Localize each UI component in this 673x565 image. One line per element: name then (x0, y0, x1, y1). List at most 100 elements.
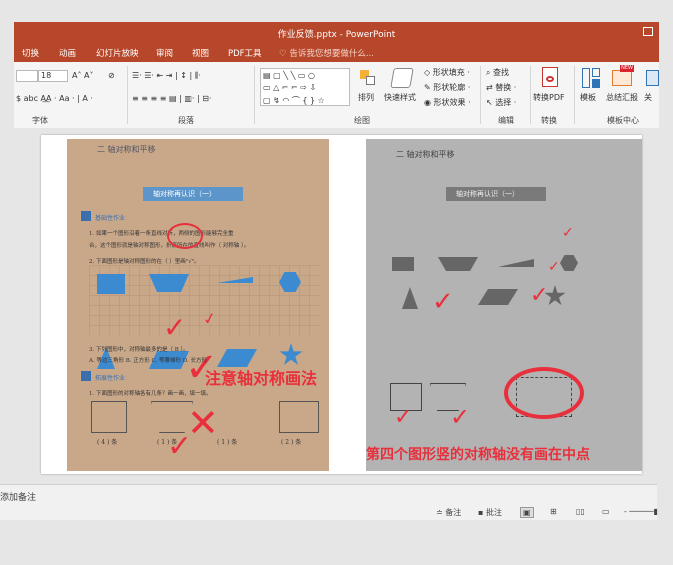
replace-icon: ⇄ (486, 83, 496, 92)
separator (574, 66, 575, 124)
red-check-mark: ✓ (562, 225, 574, 241)
red-check-mark: ✓ (394, 405, 413, 430)
font-name-combo[interactable] (16, 70, 38, 82)
red-check-mark: ✓ (432, 287, 454, 317)
shapes-row2-icon: ▭ △ ⌐ ⌐ ⇨ ⇩ (263, 83, 317, 92)
answer-4: ( 2 ) 条 (281, 439, 302, 446)
replace-button[interactable]: ⇄ 替换 · (486, 82, 516, 93)
left-section-title: 二 轴对称和平移 (97, 145, 156, 154)
tab-transitions[interactable]: 切换 (22, 47, 39, 59)
slide[interactable]: 二 轴对称和平移 轴对称再认识（一） 基础性作业 1. 如果一个图形沿着一条直线… (41, 135, 642, 474)
font-size-combo[interactable]: 18 (38, 70, 68, 82)
ribbon: 18 A˄ A˅ ⊘ $ abc A͟A · Aa · | A · 字体 ☰· … (14, 62, 659, 129)
slideshow-icon[interactable]: ▭ (602, 507, 610, 516)
group-drawing-label: 绘图 (354, 116, 370, 125)
clear-format-icon[interactable]: ⊘ (108, 71, 115, 80)
group-template-label: 模板中心 (607, 116, 639, 125)
gray-shape (438, 257, 478, 271)
red-check-mark: ✓ (167, 429, 193, 464)
separator (254, 66, 255, 124)
convert-pdf-button[interactable]: 转换PDF (533, 92, 565, 103)
font-style-icons[interactable]: $ abc A͟A · Aa · | A · (16, 94, 93, 103)
shape-fill-button[interactable]: ◇ 形状填充 · (424, 67, 470, 78)
separator (480, 66, 481, 124)
quick-styles-button[interactable]: 快速样式 (384, 92, 416, 103)
shape-outline-button[interactable]: ✎ 形状轮廓 · (424, 82, 470, 93)
effects-icon: ◉ (424, 98, 434, 107)
shape-star (279, 343, 303, 365)
find-button[interactable]: ⌕ 查找 (486, 67, 509, 78)
normal-view-icon[interactable]: ▣ (520, 507, 534, 518)
tell-me-box[interactable]: ♡ 告诉我您想要做什么... (279, 47, 374, 59)
gray-shape (402, 287, 418, 309)
notes-toggle[interactable]: ≐ 备注 (436, 507, 461, 518)
right-annotation: 第四个图形竖的对称轴没有画在中点 (366, 447, 590, 463)
lightbulb-icon: ♡ (279, 49, 290, 59)
paint-bucket-icon: ◇ (424, 68, 433, 77)
zoom-slider[interactable]: - ─────▮ (624, 507, 658, 516)
template-button[interactable]: 模板 (580, 92, 596, 103)
shape-effects-button[interactable]: ◉ 形状效果 · (424, 97, 471, 108)
search-icon: ⌕ (486, 68, 494, 77)
left-banner-text: 轴对称再认识（一） (153, 190, 216, 198)
grow-font-icon[interactable]: A˄ A˅ (72, 71, 94, 80)
left-q3: 3. 下列图形中，对称轴最多的是（ B ）。 (89, 347, 189, 353)
comment-icon: ▪ (478, 508, 486, 517)
separator (530, 66, 531, 124)
pdf-icon (542, 67, 558, 87)
reading-view-icon[interactable]: ▯▯ (576, 507, 585, 516)
gray-shape (498, 259, 534, 267)
red-check-mark: ✓ (548, 259, 560, 275)
comments-toggle[interactable]: ▪ 批注 (478, 507, 502, 518)
tab-animations[interactable]: 动画 (59, 47, 76, 59)
book-icon (81, 211, 91, 221)
notes-pane[interactable]: 添加备注 (0, 484, 657, 507)
window-edge (659, 22, 673, 565)
arrange-button[interactable]: 排列 (358, 92, 374, 103)
tab-review[interactable]: 审阅 (156, 47, 173, 59)
more-button[interactable]: 关 (644, 92, 652, 103)
left-q4: 1. 下面图形的对称轴各有几条？画一画，填一填。 (89, 391, 212, 397)
select-button[interactable]: ↖ 选择 · (486, 97, 516, 108)
list-icons[interactable]: ☰· ☰· ⇤ ⇥ | ↕ | ⫼· (132, 71, 201, 81)
cursor-icon: ↖ (486, 98, 496, 107)
rectangle-figure (279, 401, 319, 433)
red-check-mark: ✓ (530, 283, 549, 308)
separator (127, 66, 128, 124)
tab-pdf-tools[interactable]: PDF工具 (228, 47, 262, 59)
left-annotation: 注意轴对称画法 (205, 369, 318, 388)
summary-report-button[interactable]: 总结汇报 (606, 92, 638, 103)
shapes-gallery[interactable]: ▤ ▢ ╲ ╲ ▭ ○ ▭ △ ⌐ ⌐ ⇨ ⇩ ▢ ↯ ◠ ⌒ { } ☆ (260, 68, 350, 106)
red-check-mark: ✓ (163, 311, 187, 344)
answer-3: ( 1 ) 条 (217, 439, 238, 446)
left-q3-options: A. 等边三角形 B. 正方形 C. 等腰梯形 D. 长方形 (89, 358, 207, 364)
left-q2: 2. 下面图形是轴对称图形的在（ ）里画"√"。 (89, 259, 200, 265)
align-icons[interactable]: ≡ ≡ ≡ ≡ ▤ | ▥· | ⊟· (132, 94, 211, 103)
notes-icon: ≐ (436, 508, 446, 517)
slide-sorter-icon[interactable]: ⊞ (550, 507, 557, 516)
red-ellipse-mark (504, 367, 584, 419)
tell-me-text: 告诉我您想要做什么... (289, 49, 374, 59)
pencil-icon: ✎ (424, 83, 434, 92)
shape-rectangle (97, 274, 125, 294)
group-convert-label: 转换 (541, 116, 557, 125)
answer-1: ( 4 ) 条 (97, 439, 118, 446)
tab-slideshow[interactable]: 幻灯片放映 (96, 47, 139, 59)
square-figure (91, 401, 127, 433)
group-font-label: 字体 (32, 116, 48, 125)
ribbon-tabs: 切换 动画 幻灯片放映 审阅 视图 PDF工具 ♡ 告诉我您想要做什么... (14, 44, 659, 62)
title-bar: 作业反馈.pptx - PowerPoint (14, 22, 659, 44)
group-editing-label: 编辑 (498, 116, 514, 125)
red-check-mark: ✓ (450, 403, 471, 431)
book-icon (81, 371, 91, 381)
summary-report-icon (612, 70, 632, 86)
notes-placeholder: 添加备注 (0, 493, 37, 503)
more-icon (646, 70, 659, 86)
status-bar: ≐ 备注 ▪ 批注 ▣ ⊞ ▯▯ ▭ - ─────▮ (0, 506, 658, 520)
window-title: 作业反馈.pptx - PowerPoint (277, 30, 396, 40)
left-basic-label: 基础性作业 (95, 215, 126, 222)
tab-view[interactable]: 视图 (192, 47, 209, 59)
restore-icon[interactable] (643, 27, 653, 36)
new-badge: NEW (620, 65, 634, 72)
template-icon (582, 68, 600, 88)
